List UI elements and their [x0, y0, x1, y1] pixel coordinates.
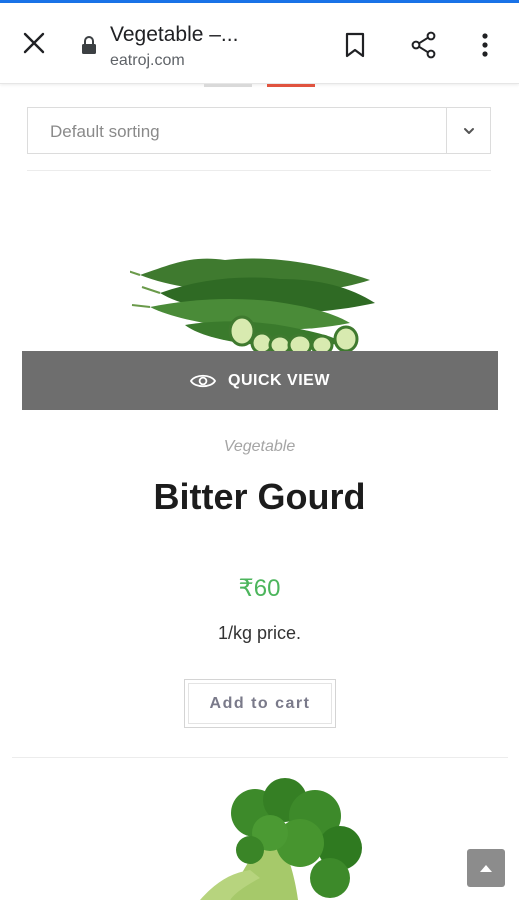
bookmark-icon	[345, 32, 365, 58]
bitter-gourd-image[interactable]	[130, 235, 390, 360]
browser-toolbar: Vegetable –... eatroj.com	[0, 3, 519, 84]
divider	[27, 170, 491, 171]
more-vert-icon	[482, 33, 488, 57]
bookmark-button[interactable]	[336, 25, 374, 65]
lock-icon	[82, 36, 96, 54]
share-icon	[411, 31, 436, 59]
close-button[interactable]	[14, 23, 54, 63]
quick-view-button[interactable]: QUICK VIEW	[22, 351, 498, 410]
add-to-cart-label: Add to cart	[188, 683, 332, 724]
sorting-selected-value: Default sorting	[50, 122, 160, 141]
page-title: Vegetable –...	[110, 23, 239, 46]
product-price: ₹60	[238, 575, 281, 602]
add-to-cart-button[interactable]: Add to cart	[184, 679, 336, 728]
page-url[interactable]: eatroj.com	[110, 52, 185, 70]
product-category-link[interactable]: Vegetable	[0, 438, 519, 456]
share-button[interactable]	[404, 25, 444, 65]
eye-icon	[190, 374, 217, 387]
chevron-up-icon	[480, 865, 492, 872]
view-tab-indicator[interactable]	[204, 84, 252, 87]
broccoli-image[interactable]	[190, 778, 370, 900]
more-options-button[interactable]	[466, 25, 504, 65]
quick-view-label: QUICK VIEW	[228, 371, 330, 389]
chevron-down-icon	[464, 128, 474, 134]
product-title[interactable]: Bitter Gourd	[0, 476, 519, 518]
product-unit-label: 1/kg price.	[217, 623, 302, 643]
sorting-select[interactable]: Default sorting	[27, 107, 491, 154]
close-icon	[23, 32, 45, 54]
sorting-separator	[446, 108, 447, 153]
scroll-to-top-button[interactable]	[467, 849, 505, 887]
divider	[12, 757, 508, 758]
view-tab-indicator-active[interactable]	[267, 84, 315, 87]
